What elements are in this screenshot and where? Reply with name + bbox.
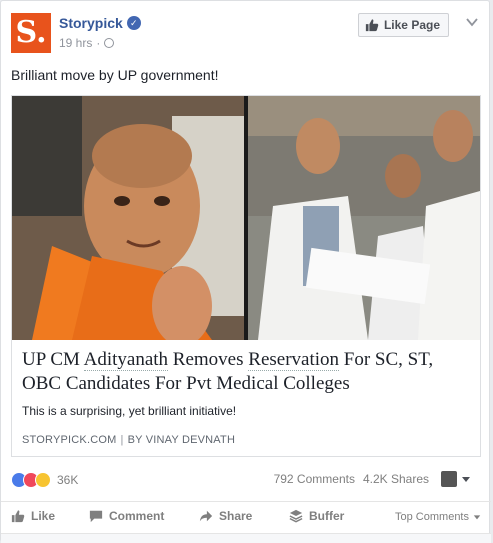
link-title-highlight-adityanath: Adityanath [83, 349, 169, 371]
buffer-label: Buffer [309, 509, 345, 523]
post-card: S. Storypick ✓ 19 hrs · Like Page Brilli… [0, 0, 491, 543]
viewer-avatar[interactable] [441, 471, 457, 487]
link-author: BY VINAY DEVNATH [127, 434, 236, 446]
link-title-highlight-reservation: Reservation [248, 349, 340, 371]
buffer-button[interactable]: Buffer [289, 509, 344, 523]
share-icon [199, 510, 213, 522]
action-bar: Like Comment Share Buffer Top Comments [1, 501, 491, 533]
thumbs-up-icon [365, 19, 379, 32]
like-button[interactable]: Like [11, 509, 55, 523]
page-name-row: Storypick ✓ [59, 15, 141, 31]
post-stats: 36K 792 Comments 4.2K Shares [11, 469, 479, 493]
page-avatar[interactable]: S. [11, 13, 51, 53]
link-image[interactable] [12, 96, 480, 340]
post-timestamp[interactable]: 19 hrs [59, 36, 92, 50]
buffer-icon [289, 509, 303, 523]
link-title-part: Removes [168, 349, 249, 370]
chevron-down-icon [473, 515, 481, 520]
top-comments-dropdown[interactable]: Top Comments [395, 511, 481, 523]
wow-reaction-icon [35, 472, 51, 488]
post-message: Brilliant move by UP government! [11, 67, 219, 83]
link-description: This is a surprising, yet brilliant init… [22, 404, 237, 418]
image-right-doctors [248, 96, 480, 340]
link-domain: STORYPICK.COM [22, 434, 117, 446]
verified-icon: ✓ [126, 16, 141, 30]
comment-label: Comment [109, 509, 165, 523]
share-button[interactable]: Share [199, 509, 252, 523]
share-label: Share [219, 509, 253, 523]
top-comments-label: Top Comments [395, 511, 469, 523]
stats-right: 792 Comments 4.2K Shares [266, 471, 471, 487]
thumbs-up-icon [11, 510, 25, 523]
globe-icon [104, 38, 115, 48]
comment-icon [89, 510, 103, 523]
shares-count[interactable]: 4.2K Shares [363, 472, 429, 486]
link-source: STORYPICK.COM | BY VINAY DEVNATH [22, 434, 235, 446]
link-title-part: UP CM [22, 349, 84, 370]
comments-count[interactable]: 792 Comments [274, 472, 355, 486]
like-page-button[interactable]: Like Page [357, 13, 449, 37]
image-left-portrait [12, 96, 244, 340]
like-page-label: Like Page [383, 18, 440, 32]
comment-button[interactable]: Comment [89, 509, 164, 523]
chevron-down-icon[interactable] [465, 15, 479, 29]
reaction-count: 36K [57, 473, 79, 487]
meta-dot: · [96, 36, 101, 50]
link-preview[interactable]: UP CM Adityanath Removes Reservation For… [11, 95, 481, 457]
page-name-link[interactable]: Storypick [59, 15, 123, 31]
link-title[interactable]: UP CM Adityanath Removes Reservation For… [22, 348, 472, 396]
post-header: S. Storypick ✓ 19 hrs · Like Page [11, 13, 479, 57]
chevron-down-icon[interactable] [461, 474, 471, 484]
reactions-summary[interactable]: 36K [11, 472, 78, 488]
post-meta: 19 hrs · [59, 36, 115, 50]
like-label: Like [31, 509, 56, 523]
source-separator: | [120, 434, 124, 446]
